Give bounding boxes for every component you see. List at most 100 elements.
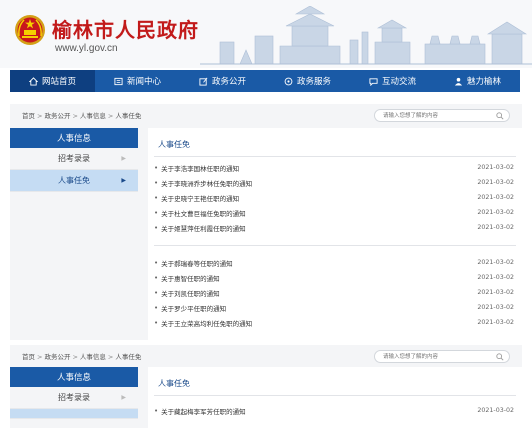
breadcrumb-personnel-info[interactable]: 人事信息 bbox=[80, 353, 106, 361]
nav-label: 新闻中心 bbox=[126, 77, 161, 87]
article-title[interactable]: 关于王立荣高均利任免职的通知 bbox=[161, 318, 477, 328]
breadcrumb-bar: 首页 > 政务公开 > 人事信息 > 人事任免 bbox=[10, 345, 522, 367]
content-panel: 首页>政务公开>人事信息>人事任免 人事信息 招考录录 ▶ 人事任免 ▶ 人事任… bbox=[10, 104, 522, 340]
breadcrumb-gov-affairs[interactable]: 政务公开 bbox=[44, 112, 70, 120]
list-item[interactable]: • 关于惠智任职的通知 2021-03-02 bbox=[154, 270, 514, 285]
breadcrumb: 首页 > 政务公开 > 人事信息 > 人事任免 bbox=[22, 110, 141, 120]
breadcrumb-gov-affairs[interactable]: 政务公开 bbox=[44, 353, 70, 361]
bullet: • bbox=[154, 258, 159, 267]
breadcrumb: 首页 > 政务公开 > 人事信息 > 人事任免 bbox=[22, 351, 141, 361]
breadcrumb-home[interactable]: 首页 bbox=[22, 112, 35, 120]
content-title: 人事任免 bbox=[158, 379, 190, 388]
nav-news[interactable]: 新闻中心 bbox=[95, 70, 180, 92]
article-title[interactable]: 关于刘凯任职的通知 bbox=[161, 288, 477, 298]
chevron-right-icon: ▶ bbox=[121, 394, 126, 401]
nav-interaction[interactable]: 互动交流 bbox=[350, 70, 435, 92]
content-area: 人事任免 • 关于李浩李国林任职的通知 2021-03-02 • 关于李晓洲乔步林任免… bbox=[148, 128, 522, 340]
search-box bbox=[374, 350, 510, 363]
article-title[interactable]: 关于罗少平任职的通知 bbox=[161, 303, 477, 313]
article-title[interactable]: 关于惠智任职的通知 bbox=[161, 273, 477, 283]
search-icon[interactable] bbox=[496, 112, 504, 120]
search-input[interactable] bbox=[383, 112, 493, 120]
breadcrumb-separator: > bbox=[72, 353, 78, 361]
main-nav: 网站首页 新闻中心 政务公开 政务服务 互动交流 魅力榆林 bbox=[10, 70, 520, 92]
site-url: www.yl.gov.cn bbox=[55, 43, 118, 54]
list-item[interactable]: • 关于罗少平任职的通知 2021-03-02 bbox=[154, 300, 514, 315]
article-date: 2021-03-02 bbox=[477, 289, 514, 296]
bullet: • bbox=[154, 208, 159, 217]
article-date: 2021-03-02 bbox=[477, 274, 514, 281]
article-title[interactable]: 关于姬慧萍任利霞任职的通知 bbox=[161, 223, 477, 233]
list-item[interactable]: • 关于史晓宁王艳任职的通知 2021-03-02 bbox=[154, 190, 514, 205]
sidebar: 人事信息 招考录录 ▶ 人事任免 ▶ bbox=[10, 128, 138, 192]
bullet: • bbox=[154, 303, 159, 312]
breadcrumb-current: 人事任免 bbox=[115, 353, 142, 361]
article-date: 2021-03-02 bbox=[477, 209, 514, 216]
article-date: 2021-03-02 bbox=[477, 407, 514, 414]
breadcrumb-home[interactable]: 首页 bbox=[22, 353, 35, 361]
site-title[interactable]: 榆林市人民政府 bbox=[52, 14, 199, 43]
article-date: 2021-03-02 bbox=[477, 164, 514, 171]
nav-gov-service[interactable]: 政务服务 bbox=[265, 70, 350, 92]
list-item[interactable]: • 关于藏起梅李军芳任职的通知 2021-03-02 bbox=[154, 403, 514, 418]
article-title[interactable]: 关于郝瑞春等任职的通知 bbox=[161, 258, 477, 268]
breadcrumb-bar: 首页 > 政务公开 > 人事信息 > 人事任免 bbox=[10, 104, 522, 126]
nav-charm-yulin[interactable]: 魅力榆林 bbox=[435, 70, 520, 92]
chevron-right-icon: ▶ bbox=[121, 177, 126, 184]
nav-home[interactable]: 网站首页 bbox=[10, 70, 95, 92]
person-icon bbox=[454, 77, 463, 86]
article-title[interactable]: 关于杜文曹巨福任免职的通知 bbox=[161, 208, 477, 218]
edit-icon bbox=[199, 77, 208, 86]
nav-gov-affairs[interactable]: 政务公开 bbox=[180, 70, 265, 92]
article-list: • 关于李浩李国林任职的通知 2021-03-02 • 关于李晓洲乔步林任免职的通知 2… bbox=[154, 160, 514, 235]
sidebar-item-recruitment[interactable]: 招考录录 ▶ bbox=[10, 148, 138, 170]
article-date: 2021-03-02 bbox=[477, 224, 514, 231]
national-emblem-icon bbox=[15, 15, 45, 45]
sidebar-heading: 人事信息 bbox=[10, 128, 138, 148]
bullet: • bbox=[154, 273, 159, 282]
article-list: • 关于藏起梅李军芳任职的通知 2021-03-02 bbox=[154, 403, 514, 418]
breadcrumb-current: 人事任免 bbox=[115, 112, 142, 120]
breadcrumb-separator: > bbox=[107, 112, 114, 120]
list-item[interactable]: • 关于郝瑞春等任职的通知 2021-03-02 bbox=[154, 255, 514, 270]
breadcrumb-personnel-info[interactable]: 人事信息 bbox=[80, 112, 106, 120]
sidebar-item-appointments[interactable] bbox=[10, 409, 138, 419]
nav-label: 魅力榆林 bbox=[466, 77, 501, 87]
sidebar: 人事信息 招考录录 ▶ bbox=[10, 367, 138, 419]
bullet: • bbox=[154, 193, 159, 202]
list-item[interactable]: • 关于杜文曹巨福任免职的通知 2021-03-02 bbox=[154, 205, 514, 220]
article-title[interactable]: 关于李晓洲乔步林任免职的通知 bbox=[161, 178, 477, 188]
city-skyline-illustration bbox=[200, 6, 532, 65]
search-input[interactable] bbox=[383, 353, 493, 361]
article-title[interactable]: 关于史晓宁王艳任职的通知 bbox=[161, 193, 477, 203]
nav-label: 政务服务 bbox=[296, 77, 331, 87]
article-title[interactable]: 关于李浩李国林任职的通知 bbox=[161, 163, 477, 173]
content-title: 人事任免 bbox=[158, 140, 190, 149]
home-icon bbox=[28, 76, 38, 86]
bullet: • bbox=[154, 223, 159, 232]
list-item[interactable]: • 关于姬慧萍任利霞任职的通知 2021-03-02 bbox=[154, 220, 514, 235]
bullet: • bbox=[154, 318, 159, 327]
list-item[interactable]: • 关于李浩李国林任职的通知 2021-03-02 bbox=[154, 160, 514, 175]
sidebar-item-appointments[interactable]: 人事任免 ▶ bbox=[10, 170, 138, 192]
divider bbox=[154, 395, 516, 396]
search-icon[interactable] bbox=[496, 353, 504, 361]
site-header: 榆林市人民政府 www.yl.gov.cn bbox=[0, 0, 532, 68]
sidebar-item-label: 人事任免 bbox=[58, 176, 90, 185]
nav-label: 网站首页 bbox=[41, 77, 76, 87]
nav-label: 政务公开 bbox=[211, 77, 246, 87]
content-area: 人事任免 • 关于藏起梅李军芳任职的通知 2021-03-02 bbox=[148, 367, 522, 428]
bullet: • bbox=[154, 288, 159, 297]
list-item[interactable]: • 关于王立荣高均利任免职的通知 2021-03-02 bbox=[154, 315, 514, 330]
breadcrumb-separator: > bbox=[72, 112, 78, 120]
chat-icon bbox=[369, 77, 378, 86]
bullet: • bbox=[154, 178, 159, 187]
content-panel: 首页>政务公开>人事信息>人事任免 人事信息 招考录录 ▶ 人事任免 •关于藏起… bbox=[10, 345, 522, 428]
divider bbox=[154, 156, 516, 157]
sidebar-item-recruitment[interactable]: 招考录录 ▶ bbox=[10, 387, 138, 409]
article-title[interactable]: 关于藏起梅李军芳任职的通知 bbox=[161, 406, 477, 416]
list-item[interactable]: • 关于刘凯任职的通知 2021-03-02 bbox=[154, 285, 514, 300]
list-item[interactable]: • 关于李晓洲乔步林任免职的通知 2021-03-02 bbox=[154, 175, 514, 190]
bullet: • bbox=[154, 406, 159, 415]
article-date: 2021-03-02 bbox=[477, 319, 514, 326]
